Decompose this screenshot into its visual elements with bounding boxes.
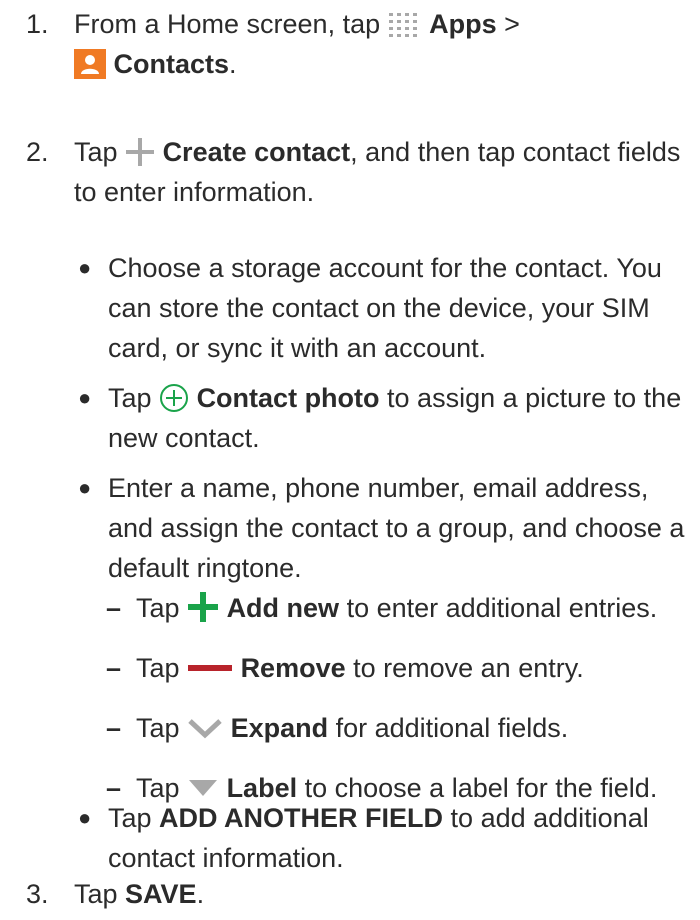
step-text: Tap SAVE. — [74, 879, 205, 909]
instructions-page: 1. From a Home screen, tap Apps > Contac… — [0, 0, 700, 920]
bullet-text: Choose a storage account for the contact… — [108, 253, 662, 363]
bullet-dot: ● — [78, 805, 92, 830]
apps-grid-icon — [388, 10, 422, 38]
bullet-text: Tap ADD ANOTHER FIELD to add additional … — [108, 803, 649, 873]
plus-grey-icon — [125, 137, 155, 167]
plus-green-icon — [187, 591, 219, 623]
bullet-text: Tap Contact photo to assign a picture to… — [108, 383, 682, 453]
sub-dash: – — [106, 653, 122, 683]
bullet-dot: ● — [78, 475, 92, 500]
contacts-app-icon — [74, 48, 106, 79]
sub-text: Tap Expand for additional fields. — [136, 713, 569, 743]
circle-plus-icon — [159, 383, 189, 413]
bullet-dot: ● — [78, 255, 92, 280]
step-text: Tap Create contact, and then tap contact… — [74, 137, 681, 207]
step-text: From a Home screen, tap Apps > Contacts. — [74, 9, 520, 79]
chevron-down-icon — [187, 716, 223, 740]
sub-text: Tap Remove to remove an entry. — [136, 653, 584, 683]
sub-dash: – — [106, 593, 122, 623]
minus-red-icon — [187, 658, 233, 678]
bullet-dot: ● — [78, 385, 92, 410]
bullet-text: Enter a name, phone number, email addres… — [108, 473, 685, 583]
step-number: 3. — [26, 879, 49, 909]
triangle-down-icon — [187, 777, 219, 799]
step-number: 1. — [26, 9, 49, 39]
step-number: 2. — [26, 137, 49, 167]
sub-text: Tap Add new to enter additional entries. — [136, 588, 696, 628]
sub-dash: – — [106, 713, 122, 743]
